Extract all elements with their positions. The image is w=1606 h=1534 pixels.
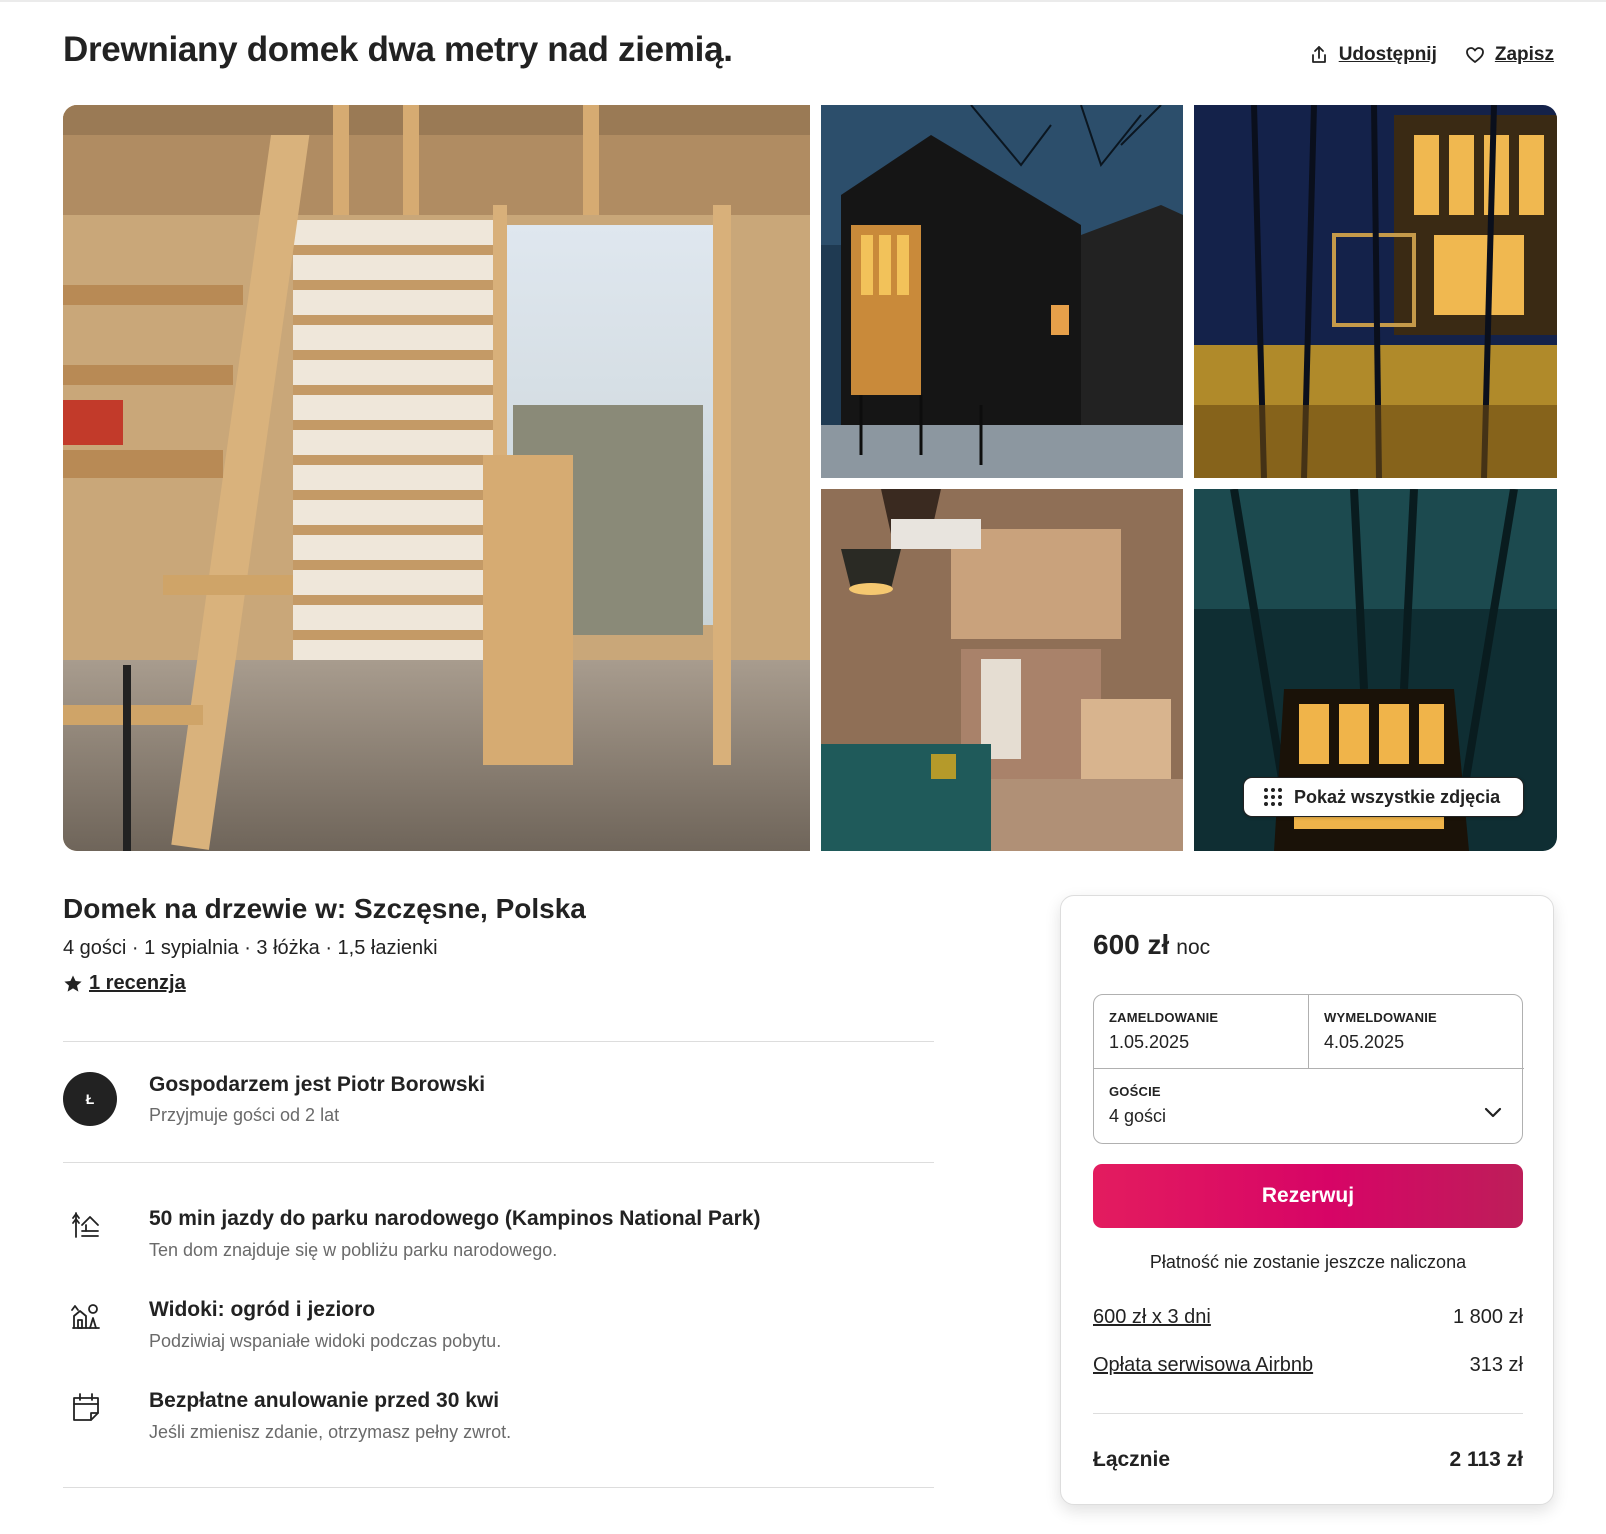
guests-value: 4 gości [1109,1106,1167,1126]
highlight-subtitle: Ten dom znajduje się w pobliżu parku nar… [149,1240,558,1260]
star-icon [64,975,82,992]
service-fee-line: Opłata serwisowa Airbnb 313 zł [1093,1354,1523,1377]
photo-interior-staircase [63,105,810,851]
photo-main[interactable] [63,105,810,851]
calendar-icon [73,1393,99,1421]
nightly-price: 600 zł noc [1093,929,1210,961]
total-line: Łącznie 2 113 zł [1093,1448,1523,1472]
review-link-label: 1 recenzja [89,972,186,994]
highlight-title: 50 min jazdy do parku narodowego (Kampin… [149,1207,761,1230]
price-line-label[interactable]: 600 zł x 3 dni [1093,1306,1211,1329]
photo-cabin-forest-night [1194,105,1557,478]
highlight-title: Widoki: ogród i jezioro [149,1298,376,1321]
reserve-button[interactable]: Rezerwuj [1093,1164,1523,1228]
section-divider [63,1487,934,1488]
no-charge-note: Płatność nie zostanie jeszcze naliczona [1149,1252,1467,1272]
checkin-field[interactable]: ZAMELDOWANIE 1.05.2025 [1094,995,1309,1069]
date-guest-picker: ZAMELDOWANIE 1.05.2025 WYMELDOWANIE 4.05… [1093,994,1524,1144]
host-title: Gospodarzem jest Piotr Borowski [149,1072,486,1096]
grid-icon [1264,788,1282,806]
price-unit: noc [1176,936,1211,959]
photo-interior-living[interactable] [821,489,1183,851]
guests-select[interactable]: GOŚCIE 4 gości [1094,1069,1524,1144]
highlight-subtitle: Jeśli zmienisz zdanie, otrzymasz pełny z… [149,1422,512,1442]
view-icon [71,1304,100,1329]
photo-living-room [821,489,1183,851]
booking-card: 600 zł noc ZAMELDOWANIE 1.05.2025 WYMELD… [1060,895,1554,1505]
price-value: 600 zł [1093,929,1170,960]
listing-specs: 4 gości · 1 sypialnia · 3 łóżka · 1,5 ła… [63,937,438,959]
share-button[interactable]: Udostępnij [1309,44,1437,66]
photo-cabin-exterior-night [821,105,1183,478]
top-divider [0,0,1606,2]
host-avatar[interactable]: Ł [63,1072,117,1126]
photo-exterior-night[interactable] [1194,105,1557,478]
page-title: Drewniany domek dwa metry nad ziemią. [63,30,733,69]
host-subtitle: Przyjmuje gości od 2 lat [149,1104,340,1125]
show-all-photos-label: Pokaż wszystkie zdjęcia [1294,786,1501,807]
card-divider [1093,1413,1523,1414]
price-line: 600 zł x 3 dni 1 800 zł [1093,1306,1523,1329]
photo-gallery [63,105,1557,851]
total-amount: 2 113 zł [1449,1448,1523,1471]
highlight-subtitle: Podziwiaj wspaniałe widoki podczas pobyt… [149,1331,502,1351]
review-link[interactable]: 1 recenzja [63,972,186,995]
total-label: Łącznie [1093,1448,1171,1471]
checkout-field[interactable]: WYMELDOWANIE 4.05.2025 [1309,995,1524,1069]
highlight-item: Widoki: ogród i jezioro Podziwiaj wspani… [63,1298,501,1352]
heart-icon [1465,47,1484,63]
checkin-value: 1.05.2025 [1109,1032,1190,1052]
save-button[interactable]: Zapisz [1465,44,1554,66]
chevron-down-icon[interactable] [1482,1101,1504,1123]
highlight-item: Bezpłatne anulowanie przed 30 kwi Jeśli … [63,1389,511,1443]
service-fee-label[interactable]: Opłata serwisowa Airbnb [1093,1354,1313,1377]
share-label: Udostępnij [1338,44,1437,65]
section-divider [63,1162,934,1163]
service-fee-amount: 313 zł [1469,1354,1523,1376]
listing-subtitle: Domek na drzewie w: Szczęsne, Polska [63,893,586,924]
show-all-photos-button[interactable]: Pokaż wszystkie zdjęcia [1243,777,1524,817]
section-divider [63,1041,934,1042]
guests-label: GOŚCIE [1109,1084,1161,1099]
price-line-amount: 1 800 zł [1452,1306,1523,1328]
header-actions: Udostępnij Zapisz [1309,44,1554,66]
save-label: Zapisz [1494,44,1554,65]
checkin-label: ZAMELDOWANIE [1109,1010,1219,1025]
checkout-value: 4.05.2025 [1324,1032,1405,1052]
checkout-label: WYMELDOWANIE [1324,1010,1437,1025]
park-icon [72,1212,99,1238]
host-section: Ł Gospodarzem jest Piotr Borowski Przyjm… [63,1072,485,1126]
share-icon [1311,46,1326,63]
photo-exterior-dusk[interactable] [821,105,1183,478]
highlight-title: Bezpłatne anulowanie przed 30 kwi [149,1389,500,1412]
highlight-item: 50 min jazdy do parku narodowego (Kampin… [63,1207,760,1261]
